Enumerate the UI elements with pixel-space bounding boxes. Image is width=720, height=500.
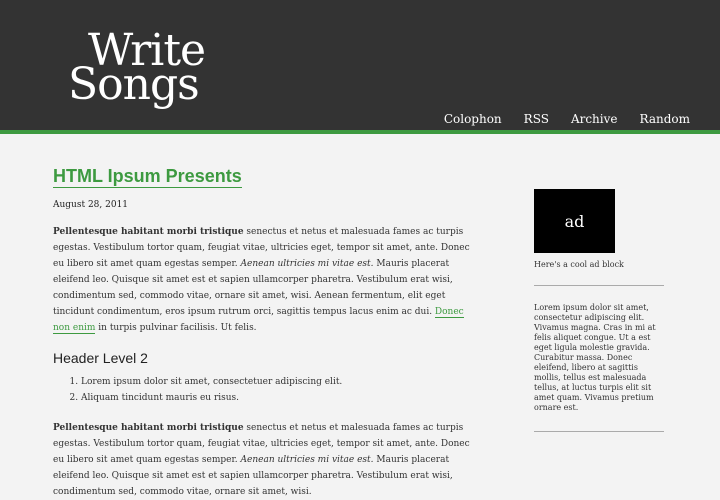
logo-line-2: Songs	[68, 59, 200, 110]
ordered-list: Lorem ipsum dolor sit amet, consectetuer…	[53, 374, 473, 406]
post-title-link[interactable]: HTML Ipsum Presents	[53, 166, 242, 188]
site-header: Write Songs Colophon RSS Archive Random	[0, 0, 720, 134]
sidebar-divider	[534, 285, 664, 286]
ad-caption: Here's a cool ad block	[534, 260, 624, 269]
nav-random[interactable]: Random	[640, 112, 690, 126]
post-paragraph-2: Pellentesque habitant morbi tristique se…	[53, 420, 473, 500]
list-item: Lorem ipsum dolor sit amet, consectetuer…	[81, 374, 473, 390]
main-nav: Colophon RSS Archive Random	[444, 112, 690, 126]
paragraph-text: in turpis pulvinar facilisis. Ut felis.	[95, 323, 257, 333]
nav-colophon[interactable]: Colophon	[444, 112, 502, 126]
post-content: HTML Ipsum Presents August 28, 2011 Pell…	[53, 166, 473, 500]
ad-block[interactable]: ad	[534, 189, 615, 253]
italic-text: Aenean ultricies mi vitae est.	[240, 259, 374, 269]
post-date: August 28, 2011	[53, 200, 129, 210]
sidebar-divider	[534, 431, 664, 432]
bold-text: Pellentesque habitant morbi tristique	[53, 423, 244, 433]
nav-rss[interactable]: RSS	[524, 112, 549, 126]
sidebar: ad Here's a cool ad block Lorem ipsum do…	[534, 189, 664, 432]
bold-text: Pellentesque habitant morbi tristique	[53, 227, 244, 237]
nav-archive[interactable]: Archive	[571, 112, 618, 126]
post-paragraph-1: Pellentesque habitant morbi tristique se…	[53, 224, 473, 336]
sidebar-text: Lorem ipsum dolor sit amet, consectetur …	[534, 303, 656, 412]
header-level-2: Header Level 2	[53, 350, 148, 366]
list-item: Aliquam tincidunt mauris eu risus.	[81, 390, 473, 406]
italic-text: Aenean ultricies mi vitae est.	[240, 455, 374, 465]
site-logo[interactable]: Write Songs	[68, 29, 206, 110]
